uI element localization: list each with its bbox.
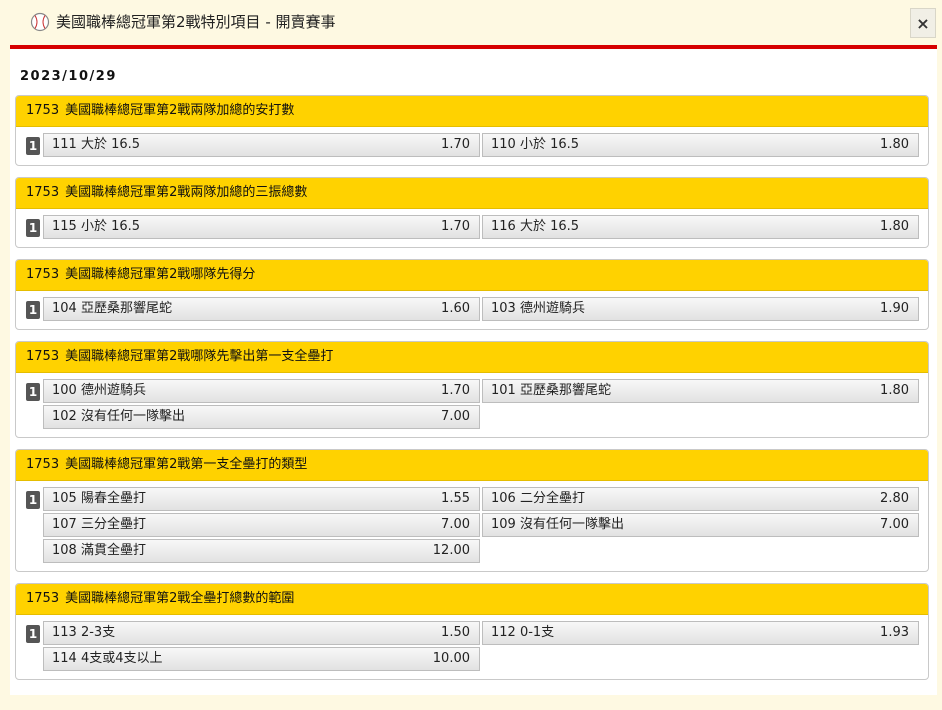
window-title: 美國職棒總冠軍第2戰特別項目 - 開賣賽事 [56,13,336,31]
market-header: 1753 美國職棒總冠軍第2戰兩隊加總的安打數 [16,96,928,127]
baseball-icon [30,12,50,32]
close-button[interactable]: × [910,8,936,38]
selection-name: 112 0-1支 [491,625,555,640]
market-code: 1753 [26,457,60,472]
selection-button[interactable]: 101 亞歷桑那響尾蛇 1.80 [482,379,919,403]
selection-button[interactable]: 115 小於 16.5 1.70 [43,215,480,239]
selection-odds: 7.00 [441,409,470,424]
market-name: 美國職棒總冠軍第2戰第一支全壘打的類型 [65,457,308,472]
selection-name: 116 大於 16.5 [491,219,580,234]
selection-name: 107 三分全壘打 [52,517,146,532]
selection-odds: 1.80 [880,219,909,234]
selection-odds: 2.80 [880,491,909,506]
market-name: 美國職棒總冠軍第2戰全壘打總數的範圍 [65,591,295,606]
selection-name: 103 德州遊騎兵 [491,301,585,316]
selection-odds: 1.70 [441,137,470,152]
selection-odds: 10.00 [432,651,470,666]
market-badge: 1 [26,137,40,155]
selection-name: 102 沒有任何一隊擊出 [52,409,185,424]
selection-name: 105 陽春全壘打 [52,491,146,506]
market-badge: 1 [26,383,40,401]
market-name: 美國職棒總冠軍第2戰哪隊先得分 [65,267,256,282]
market-code: 1753 [26,349,60,364]
market-name: 美國職棒總冠軍第2戰哪隊先擊出第一支全壘打 [65,349,334,364]
selection-button[interactable]: 110 小於 16.5 1.80 [482,133,919,157]
selection-name: 101 亞歷桑那響尾蛇 [491,383,611,398]
selection-odds: 1.80 [880,137,909,152]
selection-button[interactable]: 102 沒有任何一隊擊出 7.00 [43,405,480,429]
selection-name: 114 4支或4支以上 [52,651,163,666]
selection-odds: 1.93 [880,625,909,640]
market-badge: 1 [26,625,40,643]
selection-button[interactable]: 108 滿貫全壘打 12.00 [43,539,480,563]
market-badge: 1 [26,491,40,509]
market-card: 1753 美國職棒總冠軍第2戰兩隊加總的安打數 1 111 大於 16.5 1.7… [15,95,929,166]
selection-button[interactable]: 104 亞歷桑那響尾蛇 1.60 [43,297,480,321]
selection-odds: 1.55 [441,491,470,506]
market-code: 1753 [26,185,60,200]
market-code: 1753 [26,267,60,282]
selection-button[interactable]: 100 德州遊騎兵 1.70 [43,379,480,403]
close-icon: × [916,13,930,33]
selection-name: 110 小於 16.5 [491,137,580,152]
event-date: 2023/10/29 [20,69,117,84]
selection-name: 115 小於 16.5 [52,219,141,234]
selection-odds: 1.50 [441,625,470,640]
selection-odds: 1.90 [880,301,909,316]
selection-button[interactable]: 116 大於 16.5 1.80 [482,215,919,239]
market-header: 1753 美國職棒總冠軍第2戰哪隊先得分 [16,260,928,291]
selection-name: 113 2-3支 [52,625,116,640]
selection-name: 108 滿貫全壘打 [52,543,146,558]
market-header: 1753 美國職棒總冠軍第2戰全壘打總數的範圍 [16,584,928,615]
market-card: 1753 美國職棒總冠軍第2戰第一支全壘打的類型 1 105 陽春全壘打 1.55… [15,449,929,572]
market-header: 1753 美國職棒總冠軍第2戰第一支全壘打的類型 [16,450,928,481]
market-header: 1753 美國職棒總冠軍第2戰哪隊先擊出第一支全壘打 [16,342,928,373]
selection-odds: 12.00 [432,543,470,558]
market-badge: 1 [26,301,40,319]
market-code: 1753 [26,591,60,606]
selection-odds: 1.70 [441,383,470,398]
selection-name: 104 亞歷桑那響尾蛇 [52,301,172,316]
selection-name: 111 大於 16.5 [52,137,141,152]
market-card: 1753 美國職棒總冠軍第2戰全壘打總數的範圍 1 113 2-3支 1.50 1… [15,583,929,680]
selection-name: 106 二分全壘打 [491,491,585,506]
market-card: 1753 美國職棒總冠軍第2戰哪隊先得分 1 104 亞歷桑那響尾蛇 1.60 1… [15,259,929,330]
selection-button[interactable]: 107 三分全壘打 7.00 [43,513,480,537]
selection-odds: 7.00 [441,517,470,532]
selection-name: 109 沒有任何一隊擊出 [491,517,624,532]
market-code: 1753 [26,103,60,118]
selection-odds: 1.70 [441,219,470,234]
selection-button[interactable]: 109 沒有任何一隊擊出 7.00 [482,513,919,537]
selection-odds: 1.60 [441,301,470,316]
market-name: 美國職棒總冠軍第2戰兩隊加總的安打數 [65,103,295,118]
selection-button[interactable]: 111 大於 16.5 1.70 [43,133,480,157]
title-bar: 美國職棒總冠軍第2戰特別項目 - 開賣賽事 × [0,0,942,44]
market-badge: 1 [26,219,40,237]
selection-button[interactable]: 106 二分全壘打 2.80 [482,487,919,511]
selection-odds: 1.80 [880,383,909,398]
selection-button[interactable]: 105 陽春全壘打 1.55 [43,487,480,511]
selection-button[interactable]: 113 2-3支 1.50 [43,621,480,645]
selection-button[interactable]: 114 4支或4支以上 10.00 [43,647,480,671]
selection-button[interactable]: 112 0-1支 1.93 [482,621,919,645]
market-card: 1753 美國職棒總冠軍第2戰哪隊先擊出第一支全壘打 1 100 德州遊騎兵 1.… [15,341,929,438]
market-header: 1753 美國職棒總冠軍第2戰兩隊加總的三振總數 [16,178,928,209]
market-name: 美國職棒總冠軍第2戰兩隊加總的三振總數 [65,185,308,200]
selection-name: 100 德州遊騎兵 [52,383,146,398]
selection-odds: 7.00 [880,517,909,532]
market-card: 1753 美國職棒總冠軍第2戰兩隊加總的三振總數 1 115 小於 16.5 1.… [15,177,929,248]
selection-button[interactable]: 103 德州遊騎兵 1.90 [482,297,919,321]
